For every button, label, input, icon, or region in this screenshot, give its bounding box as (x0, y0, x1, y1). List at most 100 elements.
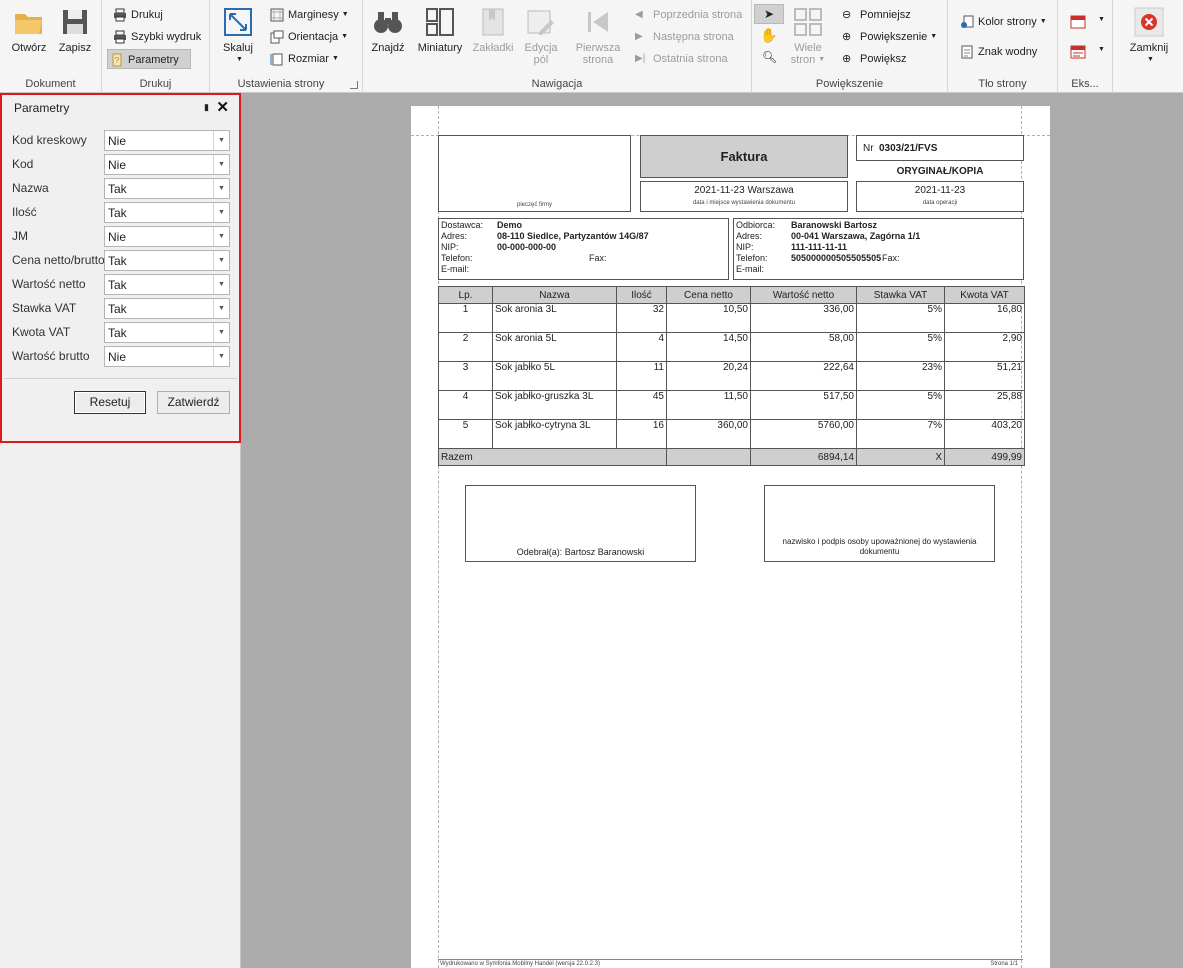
chevron-down-icon[interactable]: ▼ (213, 227, 229, 246)
cell-qty: 4 (616, 332, 667, 362)
document-page: pieczęć firmy Faktura Nr 0303/21/FVS ORY… (411, 106, 1050, 968)
watermark-icon (961, 45, 973, 59)
thumbnails-button[interactable]: Miniatury (414, 4, 466, 68)
pin-icon[interactable]: ▮ (204, 102, 209, 113)
params-panel-title: Parametry (14, 101, 70, 115)
cell-net: 517,50 (750, 390, 857, 420)
zoom-out-label: Pomniejsz (860, 9, 911, 21)
chevron-down-icon[interactable]: ▼ (213, 347, 229, 366)
cell-price: 14,50 (666, 332, 751, 362)
edit-fields-icon (527, 10, 554, 35)
param-row-cena: Cena netto/brutto Tak ▼ (12, 250, 230, 271)
cell-vat-rate: 5% (856, 332, 945, 362)
cell-vat-rate: 23% (856, 361, 945, 391)
chevron-down-icon[interactable]: ▼ (213, 275, 229, 294)
close-circle-icon (1134, 7, 1164, 37)
zoom-dropdown[interactable]: ⊕ Powiększenie ▼ (840, 27, 937, 47)
table-row: 2 Sok aronia 5L 4 14,50 58,00 5% 2,90 (438, 332, 1025, 362)
prev-page-button[interactable]: ◀ Poprzednia strona (633, 5, 742, 25)
open-button[interactable]: Otwórz (6, 4, 52, 68)
chevron-down-icon[interactable]: ▼ (213, 203, 229, 222)
scale-button[interactable]: Skaluj ▼ (215, 4, 261, 68)
watermark-button[interactable]: Znak wodny (958, 42, 1037, 62)
param-select-kod[interactable]: Nie ▼ (104, 154, 230, 175)
cell-net: 336,00 (750, 303, 857, 333)
bookmarks-label: Zakładki (472, 42, 514, 54)
page-color-button[interactable]: Kolor strony ▼ (958, 12, 1047, 32)
print-label: Drukuj (131, 9, 163, 21)
print-button[interactable]: Drukuj (111, 5, 163, 25)
param-select-kwota-vat[interactable]: Tak ▼ (104, 322, 230, 343)
buyer-values: Baranowski Bartosz 00-041 Warszawa, Zagó… (791, 220, 920, 264)
param-select-nazwa[interactable]: Tak ▼ (104, 178, 230, 199)
param-label: Kod kreskowy (12, 133, 87, 147)
chevron-down-icon[interactable]: ▼ (213, 131, 229, 150)
param-label: Kwota VAT (12, 325, 71, 339)
params-button[interactable]: ? Parametry (107, 49, 191, 69)
param-select-cena[interactable]: Tak ▼ (104, 250, 230, 271)
chevron-down-icon[interactable]: ▼ (213, 323, 229, 342)
edit-fields-button[interactable]: Edycja pól (518, 4, 564, 68)
chevron-down-icon[interactable]: ▼ (213, 179, 229, 198)
ribbon: Otwórz Zapisz Dokument Drukuj Szybki wyd… (0, 0, 1183, 93)
param-select-kod-kreskowy[interactable]: Nie ▼ (104, 130, 230, 151)
first-page-button[interactable]: Pierwsza strona (573, 4, 623, 68)
invoice-number-box: Nr 0303/21/FVS (856, 135, 1024, 161)
hand-tool-button[interactable]: ✋ (760, 27, 777, 44)
param-label: Cena netto/brutto (12, 253, 105, 267)
margins-button[interactable]: Marginesy ▼ (268, 5, 349, 25)
group-eksport: ▼ ▼ Eks... (1058, 0, 1113, 93)
first-page-label-1: Pierwsza (575, 42, 621, 54)
next-page-button[interactable]: ▶ Następna strona (633, 27, 734, 47)
bookmarks-button[interactable]: Zakładki (470, 4, 516, 68)
page-color-label: Kolor strony (978, 16, 1037, 28)
param-select-stawka-vat[interactable]: Tak ▼ (104, 298, 230, 319)
cell-price: 360,00 (666, 419, 751, 449)
param-select-wartosc-brutto[interactable]: Nie ▼ (104, 346, 230, 367)
orientation-button[interactable]: Orientacja ▼ (268, 27, 348, 47)
last-page-button[interactable]: ▶| Ostatnia strona (633, 49, 728, 69)
find-button[interactable]: Znajdź (365, 4, 411, 68)
footer-line (438, 959, 1023, 960)
sum-label: Razem (438, 448, 667, 466)
reset-button[interactable]: Resetuj (74, 391, 146, 414)
zoom-in-button[interactable]: ⊕ Powiększ (840, 49, 906, 69)
pointer-tool-button[interactable]: ➤ (754, 4, 784, 24)
many-pages-caret-icon: ▼ (818, 56, 826, 64)
page-setup-launcher-icon[interactable] (350, 81, 358, 89)
param-select-ilosc[interactable]: Tak ▼ (104, 202, 230, 223)
group-dokument: Otwórz Zapisz Dokument (0, 0, 102, 93)
quick-print-button[interactable]: Szybki wydruk (111, 27, 201, 47)
buyer-labels: Odbiorca: Adres: NIP: Telefon: E-mail: (736, 220, 775, 275)
many-pages-button[interactable]: Wiele stron ▼ (786, 4, 830, 68)
param-row-stawka-vat: Stawka VAT Tak ▼ (12, 298, 230, 319)
zoom-caret-icon: ▼ (930, 33, 938, 41)
floppy-icon (63, 10, 87, 34)
magnifier-tool-button[interactable]: 🔍︎ (762, 50, 777, 64)
cell-net: 58,00 (750, 332, 857, 362)
chevron-down-icon[interactable]: ▼ (213, 155, 229, 174)
close-icon[interactable]: ✕ (216, 98, 229, 116)
page-size-icon (270, 53, 283, 66)
table-row: 4 Sok jabłko-gruszka 3L 45 11,50 517,50 … (438, 390, 1025, 420)
group-label-powiekszenie: Powiększenie (815, 78, 884, 90)
param-select-wartosc-netto[interactable]: Tak ▼ (104, 274, 230, 295)
svg-text:?: ? (115, 56, 120, 65)
close-preview-button[interactable]: Zamknij ▼ (1125, 4, 1173, 68)
footer-left: Wydrukowano w Symfonia Mobilny Handel (w… (440, 961, 601, 967)
export-button[interactable]: ▼ (1070, 12, 1106, 32)
confirm-button[interactable]: Zatwierdź (157, 391, 230, 414)
buyer-phone-label: Telefon: (736, 253, 768, 263)
buyer-nip: 111-111-11-11 (791, 242, 848, 252)
param-select-jm[interactable]: Nie ▼ (104, 226, 230, 247)
printer-icon (114, 8, 126, 22)
chevron-down-icon[interactable]: ▼ (213, 299, 229, 318)
save-button[interactable]: Zapisz (52, 4, 98, 68)
export-mail-button[interactable]: ▼ (1070, 42, 1106, 62)
many-pages-label-1: Wiele (794, 42, 822, 54)
thumbnails-label: Miniatury (417, 42, 463, 54)
chevron-down-icon[interactable]: ▼ (213, 251, 229, 270)
group-tlo: Kolor strony ▼ Znak wodny Tło strony (948, 0, 1058, 93)
zoom-out-button[interactable]: ⊖ Pomniejsz (840, 5, 911, 25)
size-button[interactable]: Rozmiar ▼ (268, 49, 339, 69)
